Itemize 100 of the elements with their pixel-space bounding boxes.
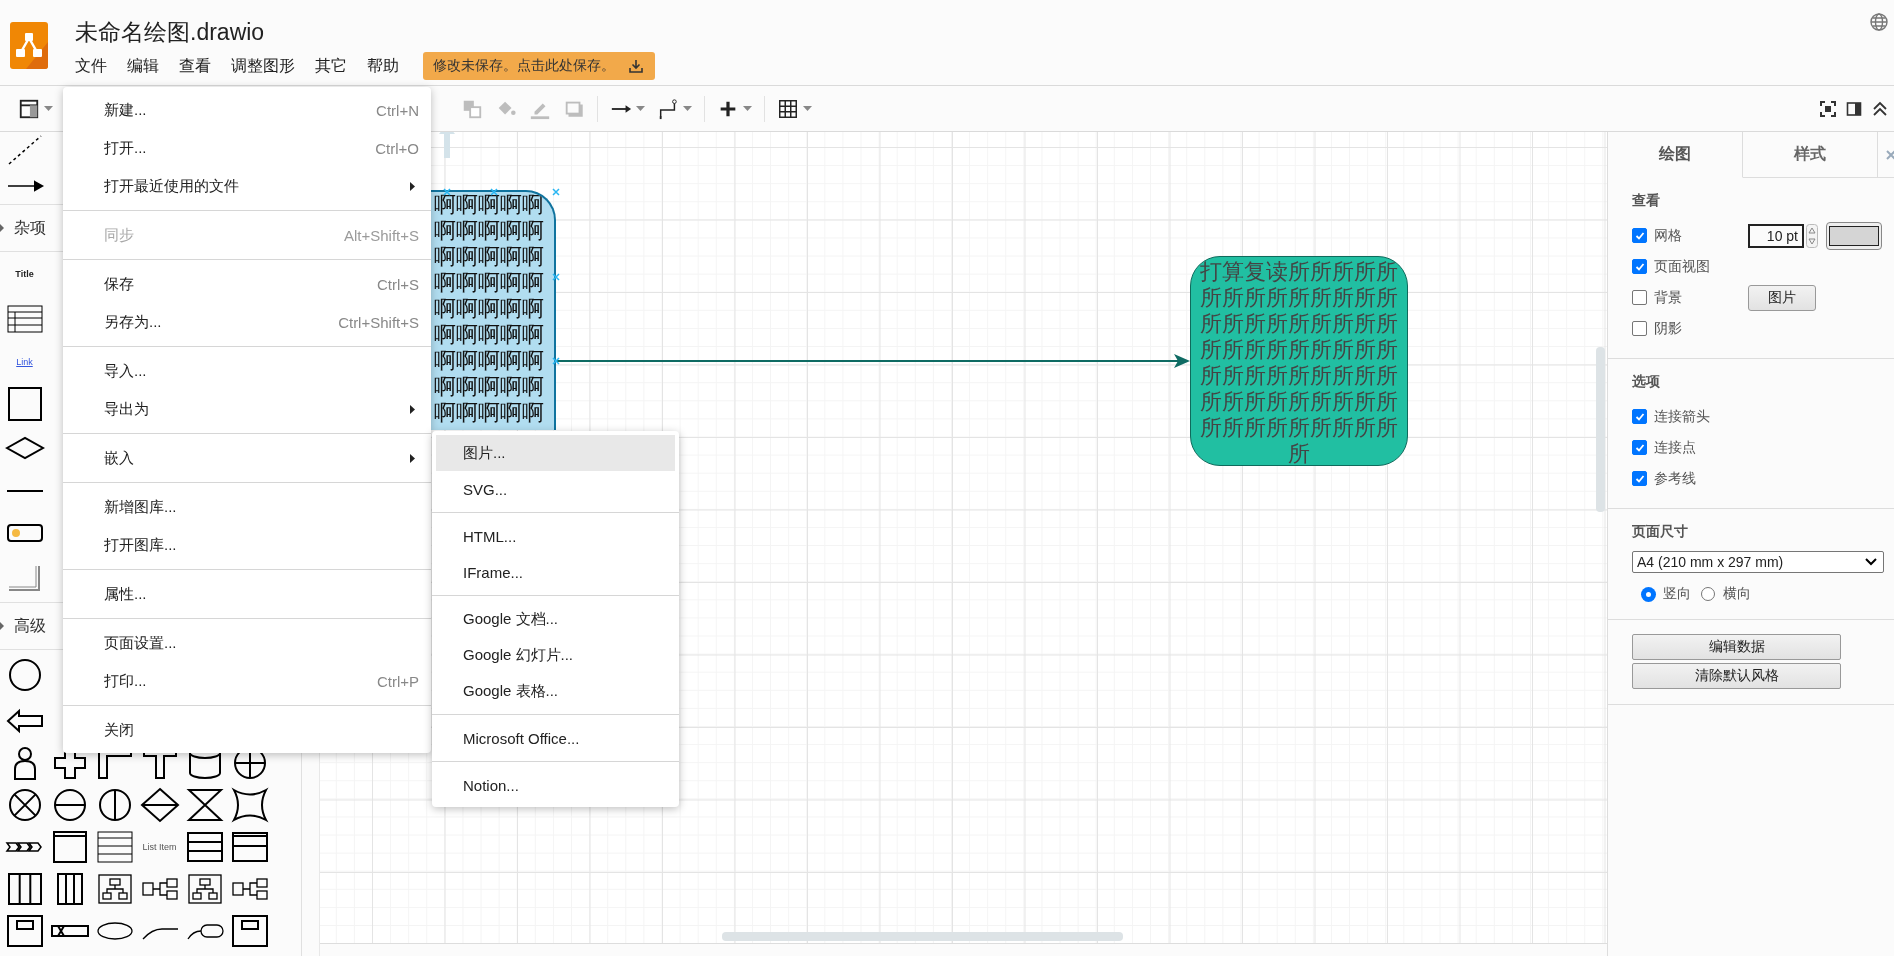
checkbox[interactable] (1632, 471, 1647, 486)
caret-icon (0, 622, 4, 630)
menu-item[interactable]: 保存 Ctrl+S (63, 265, 431, 303)
menu-item[interactable]: IFrame... (436, 554, 675, 590)
menu-item[interactable]: 另存为... Ctrl+Shift+S (63, 303, 431, 341)
menu-bar-item[interactable]: 文件 (75, 55, 107, 77)
checkbox-label: 背景 (1654, 288, 1682, 307)
shortcut-label: Ctrl+Shift+S (338, 313, 419, 331)
menu-item[interactable]: 关闭 (63, 711, 431, 749)
hourglass-icon[interactable] (184, 787, 225, 823)
grid-color-button[interactable] (1826, 221, 1882, 250)
checkmark-icon (1634, 411, 1645, 422)
palette-shape-label[interactable]: List Item (142, 842, 177, 852)
collapse-icon[interactable] (1872, 100, 1888, 117)
panel-button[interactable]: 编辑数据 (1632, 634, 1841, 660)
frame-icon[interactable] (229, 913, 270, 949)
checkbox[interactable] (1632, 290, 1647, 305)
menu-item[interactable]: 导出为 (63, 390, 431, 428)
menu-item[interactable]: 属性... (63, 575, 431, 613)
checkbox[interactable] (1632, 440, 1647, 455)
menu-bar-item[interactable]: 调整图形 (231, 55, 295, 77)
checkbox-label: 连接箭头 (1654, 407, 1710, 426)
checkbox-label: 参考线 (1654, 469, 1696, 488)
menu-item[interactable]: 导入... (63, 352, 431, 390)
shortcut-label: Ctrl+O (375, 139, 419, 157)
page-size-dropdown[interactable]: A4 (210 mm x 297 mm) (1632, 551, 1884, 573)
selection-handle-icon[interactable] (552, 188, 560, 196)
menu-bar-item[interactable]: 编辑 (127, 55, 159, 77)
checkbox[interactable] (1632, 409, 1647, 424)
document-title[interactable]: 未命名绘图.drawio (75, 18, 655, 46)
checkmark-icon (1634, 230, 1645, 241)
menu-item[interactable]: Notion... (436, 767, 675, 803)
selection-handle-icon[interactable] (490, 188, 498, 196)
table2-icon[interactable] (229, 829, 270, 865)
diamond-plus-icon[interactable] (139, 787, 180, 823)
globe-icon[interactable] (1870, 13, 1888, 31)
menu-item[interactable]: 打开图库... (63, 526, 431, 564)
palette-section-title[interactable]: 高级 (14, 615, 46, 637)
caret-icon (636, 106, 645, 111)
palette-shape-label[interactable]: Title (15, 269, 34, 279)
caret-icon (44, 106, 53, 111)
checkbox-label: 页面视图 (1654, 257, 1710, 276)
radio-button[interactable] (1642, 587, 1655, 601)
menu-bar-item[interactable]: 帮助 (367, 55, 399, 77)
menu-item[interactable]: HTML... (436, 518, 675, 554)
checkbox[interactable] (1632, 321, 1647, 336)
menu-item[interactable]: Google 幻灯片... (436, 637, 675, 673)
palette-shape-label[interactable]: Link (16, 357, 33, 367)
menu-item[interactable]: Microsoft Office... (436, 720, 675, 756)
selection-handle-icon[interactable] (552, 357, 560, 365)
waypoint-icon (657, 97, 679, 120)
checkbox[interactable] (1632, 259, 1647, 274)
menu-item[interactable]: 新增图库... (63, 488, 431, 526)
menu-item[interactable]: 页面设置... (63, 624, 431, 662)
fullscreen-icon[interactable] (1820, 100, 1836, 117)
chevron-down-icon (1865, 558, 1877, 566)
checkbox-label: 连接点 (1654, 438, 1696, 457)
menu-item[interactable]: 新建... Ctrl+N (63, 91, 431, 129)
menu-item[interactable]: 打开... Ctrl+O (63, 129, 431, 167)
spinner-icon[interactable] (1806, 223, 1818, 248)
table3-icon[interactable] (184, 829, 225, 865)
menu-item[interactable]: 打开最近使用的文件 (63, 167, 431, 205)
table-icon (777, 97, 799, 120)
image-button[interactable]: 图片 (1748, 284, 1816, 311)
section-title: 查看 (1632, 192, 1661, 210)
checkbox-label: 阴影 (1654, 319, 1682, 338)
caret-icon (0, 224, 4, 232)
menu-bar-item[interactable]: 查看 (179, 55, 211, 77)
app-logo-icon (10, 22, 48, 69)
list-card-icon[interactable] (94, 829, 135, 865)
menu-item[interactable]: SVG... (436, 471, 675, 507)
menu-item[interactable]: Google 文档... (436, 601, 675, 637)
selection-handle-icon[interactable] (443, 188, 451, 196)
vertical-scrollbar[interactable] (1596, 347, 1605, 512)
save-notice-button[interactable]: 修改未保存。点击此处保存。 (423, 52, 655, 80)
shortcut-label: Alt+Shift+S (343, 226, 419, 244)
checkbox-label: 网格 (1654, 226, 1682, 245)
menu-item[interactable]: 嵌入 (63, 439, 431, 477)
radio-button[interactable] (1701, 587, 1715, 601)
horizontal-scrollbar[interactable] (722, 932, 1123, 941)
section-title: 页面尺寸 (1632, 523, 1689, 541)
frame-icon[interactable] (4, 913, 45, 949)
checkbox[interactable] (1632, 228, 1647, 243)
panel-icon[interactable] (1846, 100, 1862, 117)
menu-item[interactable]: 打印... Ctrl+P (63, 662, 431, 700)
star-icon[interactable] (229, 787, 270, 823)
download-icon (629, 59, 643, 73)
shortcut-label: Ctrl+N (376, 101, 419, 119)
menu-item[interactable]: Google 表格... (436, 673, 675, 709)
shortcut-label: Ctrl+S (376, 275, 419, 293)
shortcut-label: Ctrl+P (376, 672, 419, 690)
selection-handle-icon[interactable] (552, 273, 560, 281)
palette-section-title[interactable]: 杂项 (14, 217, 46, 239)
checkmark-icon (1634, 261, 1645, 272)
panel-tab[interactable]: 样式 (1743, 132, 1878, 178)
menu-bar-item[interactable]: 其它 (315, 55, 347, 77)
menu-item[interactable]: 图片... (436, 435, 675, 471)
grid-size-field[interactable]: 10 pt (1748, 223, 1804, 248)
checkmark-icon (1634, 442, 1645, 453)
panel-button[interactable]: 清除默认风格 (1632, 663, 1841, 689)
